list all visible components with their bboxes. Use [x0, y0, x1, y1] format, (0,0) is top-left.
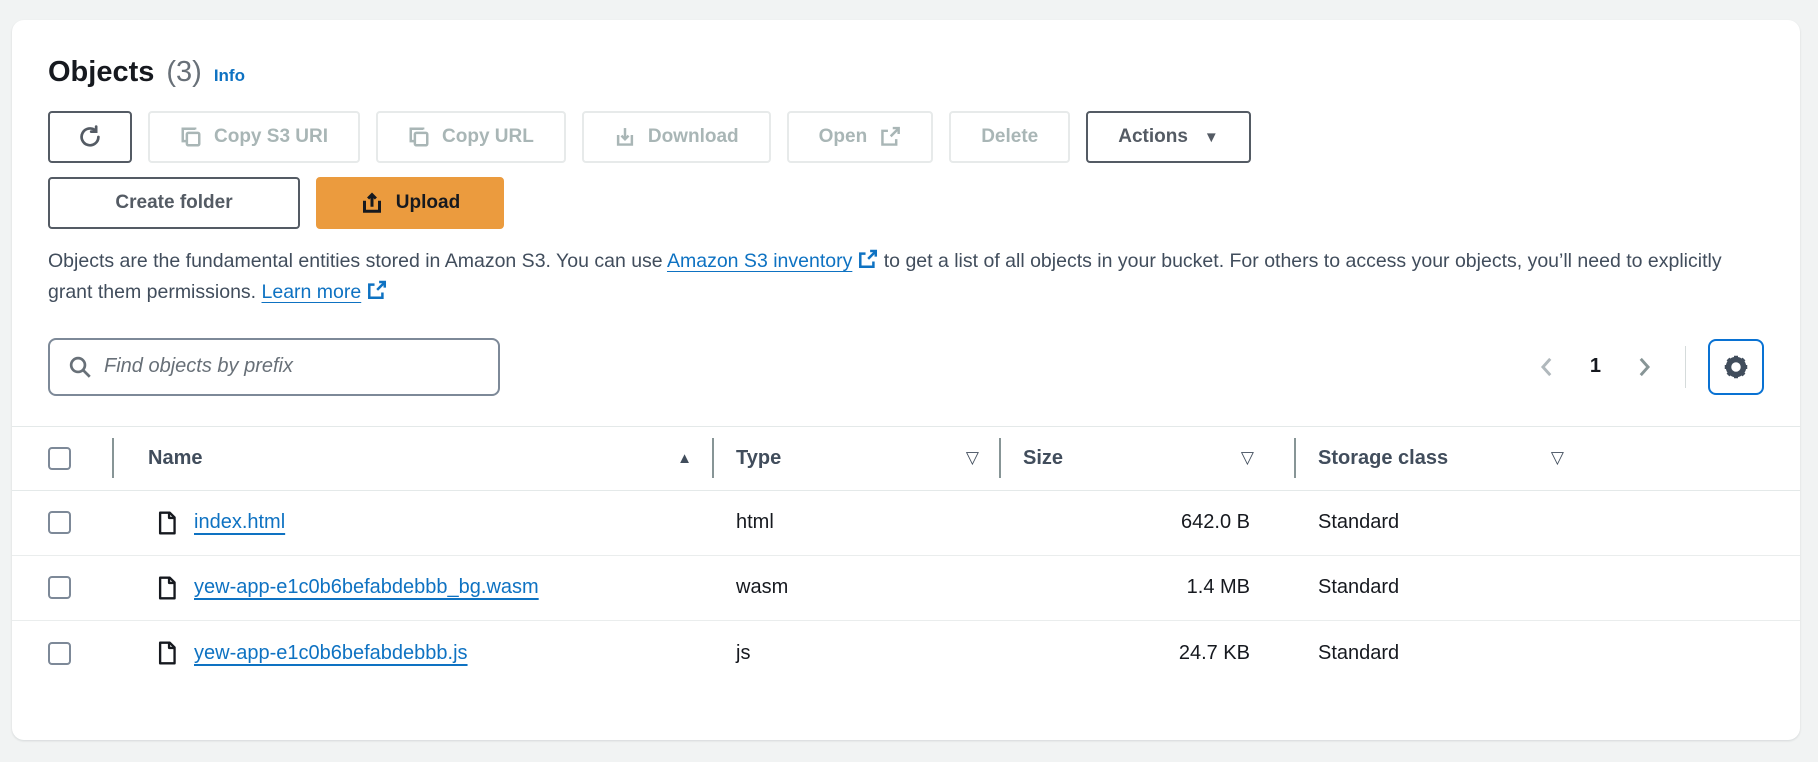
table-row: yew-app-e1c0b6befabdebbb_bg.wasm wasm 1.…	[12, 556, 1800, 621]
copy-icon	[408, 126, 430, 148]
info-link[interactable]: Info	[214, 66, 245, 86]
object-link[interactable]: yew-app-e1c0b6befabdebbb_bg.wasm	[194, 576, 539, 599]
column-label-storage-class: Storage class	[1318, 447, 1448, 470]
page-number[interactable]: 1	[1578, 355, 1613, 378]
column-label-size: Size	[1023, 447, 1063, 470]
table-header-row: Name ▲ Type ▽ Size ▽ Storage class ▽	[12, 427, 1800, 491]
column-header-name[interactable]: Name ▲	[112, 440, 712, 476]
object-link[interactable]: yew-app-e1c0b6befabdebbb.js	[194, 642, 468, 665]
page-title: Objects	[48, 56, 154, 89]
previous-page-button[interactable]	[1524, 348, 1570, 386]
object-count: (3)	[166, 56, 201, 89]
cell-storage-class: Standard	[1294, 576, 1584, 599]
download-icon	[614, 126, 636, 148]
refresh-button[interactable]	[48, 111, 132, 163]
upload-button[interactable]: Upload	[316, 177, 504, 229]
row-checkbox[interactable]	[48, 642, 71, 665]
refresh-icon	[78, 125, 102, 149]
search-box	[48, 338, 500, 396]
download-label: Download	[648, 126, 739, 148]
column-label-type: Type	[736, 447, 781, 470]
actions-menu-button[interactable]: Actions ▼	[1086, 111, 1251, 163]
pagination: 1	[1524, 339, 1764, 395]
gear-icon	[1721, 352, 1751, 382]
chevron-right-icon	[1631, 354, 1657, 380]
cell-type: html	[712, 511, 999, 534]
copy-url-button[interactable]: Copy URL	[376, 111, 566, 163]
upload-label: Upload	[396, 192, 460, 214]
external-link-icon	[366, 280, 387, 309]
cell-type: wasm	[712, 576, 999, 599]
select-all-checkbox[interactable]	[48, 447, 71, 470]
actions-label: Actions	[1118, 126, 1188, 148]
cell-size: 1.4 MB	[999, 576, 1294, 599]
table-row: yew-app-e1c0b6befabdebbb.js js 24.7 KB S…	[12, 621, 1800, 686]
create-folder-label: Create folder	[115, 192, 232, 214]
column-header-storage-class[interactable]: Storage class ▽	[1294, 440, 1584, 476]
sort-icon: ▽	[966, 448, 979, 468]
table-row: index.html html 642.0 B Standard	[12, 491, 1800, 556]
copy-icon	[180, 126, 202, 148]
file-icon	[156, 575, 178, 601]
objects-table: Name ▲ Type ▽ Size ▽ Storage class ▽	[12, 426, 1800, 686]
column-header-size[interactable]: Size ▽	[999, 440, 1294, 476]
create-folder-button[interactable]: Create folder	[48, 177, 300, 229]
learn-more-link[interactable]: Learn more	[262, 281, 362, 303]
delete-button[interactable]: Delete	[949, 111, 1070, 163]
cell-storage-class: Standard	[1294, 642, 1584, 665]
caret-down-icon: ▼	[1204, 129, 1219, 146]
sort-icon: ▽	[1551, 448, 1564, 468]
objects-description: Objects are the fundamental entities sto…	[48, 247, 1764, 310]
download-button[interactable]: Download	[582, 111, 771, 163]
objects-panel: Objects (3) Info	[12, 20, 1800, 740]
sort-icon: ▽	[1241, 448, 1254, 468]
next-page-button[interactable]	[1621, 348, 1667, 386]
delete-label: Delete	[981, 126, 1038, 148]
copy-s3-uri-label: Copy S3 URI	[214, 126, 328, 148]
pagination-divider	[1685, 346, 1686, 388]
search-icon	[68, 355, 92, 379]
copy-s3-uri-button[interactable]: Copy S3 URI	[148, 111, 360, 163]
sort-ascending-icon: ▲	[677, 450, 692, 467]
copy-url-label: Copy URL	[442, 126, 534, 148]
cell-type: js	[712, 642, 999, 665]
column-header-type[interactable]: Type ▽	[712, 440, 999, 476]
filter-row: 1	[48, 338, 1764, 396]
search-input[interactable]	[104, 355, 480, 378]
panel-header: Objects (3) Info	[48, 56, 1764, 89]
file-icon	[156, 640, 178, 666]
external-link-icon	[857, 249, 878, 278]
column-label-name: Name	[148, 447, 202, 470]
cell-size: 642.0 B	[999, 511, 1294, 534]
chevron-left-icon	[1534, 354, 1560, 380]
cell-size: 24.7 KB	[999, 642, 1294, 665]
open-label: Open	[819, 126, 868, 148]
object-link[interactable]: index.html	[194, 511, 285, 534]
s3-inventory-link[interactable]: Amazon S3 inventory	[667, 250, 852, 272]
file-icon	[156, 510, 178, 536]
upload-icon	[360, 191, 384, 215]
toolbar-row-1: Copy S3 URI Copy URL	[48, 111, 1764, 163]
toolbar-row-2: Create folder Upload	[48, 177, 1764, 229]
external-link-icon	[879, 126, 901, 148]
preferences-button[interactable]	[1708, 339, 1764, 395]
open-button[interactable]: Open	[787, 111, 934, 163]
row-checkbox[interactable]	[48, 511, 71, 534]
description-text-1: Objects are the fundamental entities sto…	[48, 250, 667, 272]
cell-storage-class: Standard	[1294, 511, 1584, 534]
row-checkbox[interactable]	[48, 576, 71, 599]
